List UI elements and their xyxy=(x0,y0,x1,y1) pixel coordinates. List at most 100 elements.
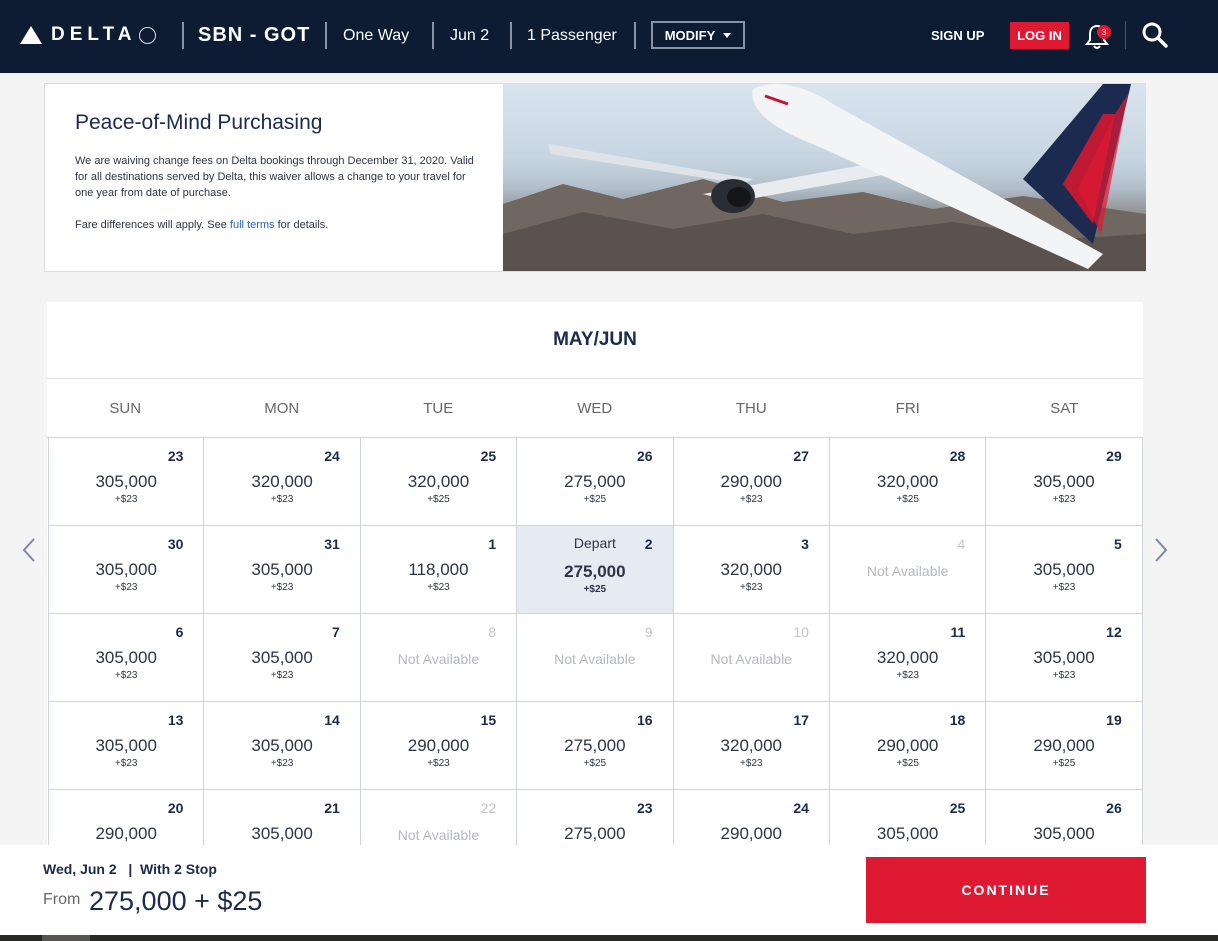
fare-tax: +$25 xyxy=(583,758,607,769)
calendar-day[interactable]: 5 305,000 +$23 xyxy=(986,526,1143,614)
next-month-arrow-icon[interactable] xyxy=(1153,537,1169,563)
fare-miles: 275,000 xyxy=(564,736,626,755)
day-number: 9 xyxy=(644,624,653,640)
fare-tax: +$25 xyxy=(583,584,607,595)
calendar-day[interactable]: 26 275,000 +$25 xyxy=(517,438,674,526)
calendar-day[interactable]: 25 305,000 xyxy=(830,790,987,845)
promo-text-block: Peace-of-Mind Purchasing We are waiving … xyxy=(75,111,475,233)
fare-miles: 305,000 xyxy=(251,736,313,755)
search-icon[interactable] xyxy=(1141,21,1169,49)
calendar-day[interactable]: 1 118,000 +$23 xyxy=(360,526,518,614)
fare-miles: 305,000 xyxy=(876,824,939,843)
fare-miles: 275,000 xyxy=(564,824,626,843)
fare-miles: 305,000 xyxy=(251,648,313,667)
calendar-day[interactable]: 16 275,000 +$25 xyxy=(517,702,674,790)
calendar-day[interactable]: 7 305,000 +$23 xyxy=(204,614,361,702)
calendar-day[interactable]: 26 305,000 xyxy=(986,790,1143,845)
calendar-day[interactable]: 17 320,000 +$23 xyxy=(673,702,830,790)
fare-miles: 320,000 xyxy=(407,472,470,491)
promo-banner: Peace-of-Mind Purchasing We are waiving … xyxy=(44,83,1146,272)
calendar-day[interactable]: 12 305,000 +$23 xyxy=(986,614,1143,702)
fare-miles: 305,000 xyxy=(95,560,157,579)
previous-month-arrow-icon[interactable] xyxy=(21,537,37,563)
day-number: 16 xyxy=(636,712,653,728)
fare-tax: +$23 xyxy=(739,494,763,505)
calendar-day-unavailable: 10 Not Available xyxy=(673,614,830,702)
day-number: 18 xyxy=(949,712,966,728)
calendar-day[interactable]: 25 320,000 +$25 xyxy=(360,438,518,526)
fare-miles: 305,000 xyxy=(1033,648,1095,667)
calendar-day[interactable]: 27 290,000 +$23 xyxy=(673,438,830,526)
delta-logo[interactable]: DELTA xyxy=(20,22,156,48)
fare-tax: +$25 xyxy=(583,494,607,505)
fare-tax: +$23 xyxy=(114,582,138,593)
calendar-day[interactable]: 30 305,000 +$23 xyxy=(48,526,205,614)
fare-tax: +$23 xyxy=(270,582,294,593)
calendar-day[interactable]: 21 305,000 xyxy=(204,790,361,845)
calendar-day[interactable]: 18 290,000 +$25 xyxy=(829,702,987,790)
calendar-day[interactable]: 13 305,000 +$23 xyxy=(48,702,205,790)
calendar-day[interactable]: 19 290,000 +$25 xyxy=(986,702,1143,790)
fare-miles: 290,000 xyxy=(720,824,782,843)
calendar-day[interactable]: 6 305,000 +$23 xyxy=(48,614,205,702)
log-in-button[interactable]: LOG IN xyxy=(1010,22,1069,49)
chevron-down-icon xyxy=(723,32,732,38)
fare-miles: 305,000 xyxy=(251,560,313,579)
calendar-day-unavailable: 4 Not Available xyxy=(829,526,987,614)
not-available-label: Not Available xyxy=(710,651,792,667)
not-available-label: Not Available xyxy=(554,651,636,667)
day-number: 12 xyxy=(1106,624,1122,640)
divider xyxy=(1125,21,1126,49)
calendar-day[interactable]: 14 305,000 +$23 xyxy=(204,702,361,790)
calendar-day[interactable]: 28 320,000 +$25 xyxy=(829,438,987,526)
calendar-day[interactable]: 24 320,000 +$23 xyxy=(204,438,361,526)
continue-button[interactable]: CONTINUE xyxy=(866,857,1146,923)
total-price: 275,000 + $25 xyxy=(89,886,263,916)
calendar-day[interactable]: 15 290,000 +$23 xyxy=(360,702,518,790)
fare-tax: +$23 xyxy=(114,670,138,681)
calendar-day-grid: 23 305,000 +$23 24 320,000 +$23 25 320,000 +$25 2… xyxy=(48,438,1143,845)
fare-miles: 305,000 xyxy=(1033,472,1095,491)
promo-title: Peace-of-Mind Purchasing xyxy=(75,111,323,134)
divider xyxy=(634,22,636,49)
sign-up-link[interactable]: SIGN UP xyxy=(931,28,984,43)
day-number: 10 xyxy=(793,624,809,640)
calendar-day-unavailable: 8 Not Available xyxy=(360,614,518,702)
fare-tax: +$23 xyxy=(1052,670,1076,681)
airplane-photo xyxy=(503,84,1146,271)
day-number: 20 xyxy=(167,800,184,816)
day-number: 27 xyxy=(793,448,809,464)
calendar-day-selected[interactable]: Depart 2 275,000 +$25 xyxy=(517,526,674,614)
weekday-label: TUE xyxy=(423,399,454,417)
calendar-day-unavailable: 22 Not Available xyxy=(361,790,518,845)
day-number: 19 xyxy=(1106,712,1122,728)
route-label: SBN - GOT xyxy=(198,24,311,46)
fare-tax: +$23 xyxy=(270,494,294,505)
calendar-day[interactable]: 31 305,000 +$23 xyxy=(204,526,361,614)
fare-miles: 290,000 xyxy=(407,736,470,755)
calendar-day[interactable]: 24 290,000 xyxy=(674,790,830,845)
fare-miles: 290,000 xyxy=(720,472,782,491)
promo-note-text: Fare differences will apply. See xyxy=(75,219,230,231)
fare-miles: 118,000 xyxy=(408,560,469,579)
weekday-label: THU xyxy=(735,399,767,417)
fare-miles: 320,000 xyxy=(251,472,313,491)
fare-miles: 275,000 xyxy=(564,562,626,581)
calendar-day[interactable]: 23 275,000 xyxy=(517,790,674,845)
calendar-day[interactable]: 29 305,000 +$23 xyxy=(986,438,1143,526)
not-available-label: Not Available xyxy=(866,563,949,579)
fare-calendar: MAY/JUN SUN MON TUE WED THU FRI SAT 23 30… xyxy=(47,302,1143,845)
modify-label: MODIFY xyxy=(664,27,716,43)
fare-miles: 320,000 xyxy=(876,472,939,491)
day-number: 28 xyxy=(949,448,966,464)
calendar-day[interactable]: 11 320,000 +$23 xyxy=(829,614,987,702)
calendar-day[interactable]: 23 305,000 +$23 xyxy=(48,438,205,526)
calendar-day[interactable]: 20 290,000 xyxy=(48,790,205,845)
calendar-day[interactable]: 3 320,000 +$23 xyxy=(673,526,830,614)
modify-search-button[interactable]: MODIFY xyxy=(651,21,745,49)
fare-tax: +$23 xyxy=(739,758,763,769)
fare-tax: +$25 xyxy=(896,758,919,769)
full-terms-link[interactable]: full terms xyxy=(230,219,275,231)
day-number: 7 xyxy=(331,624,340,640)
day-number: 5 xyxy=(1113,536,1122,552)
